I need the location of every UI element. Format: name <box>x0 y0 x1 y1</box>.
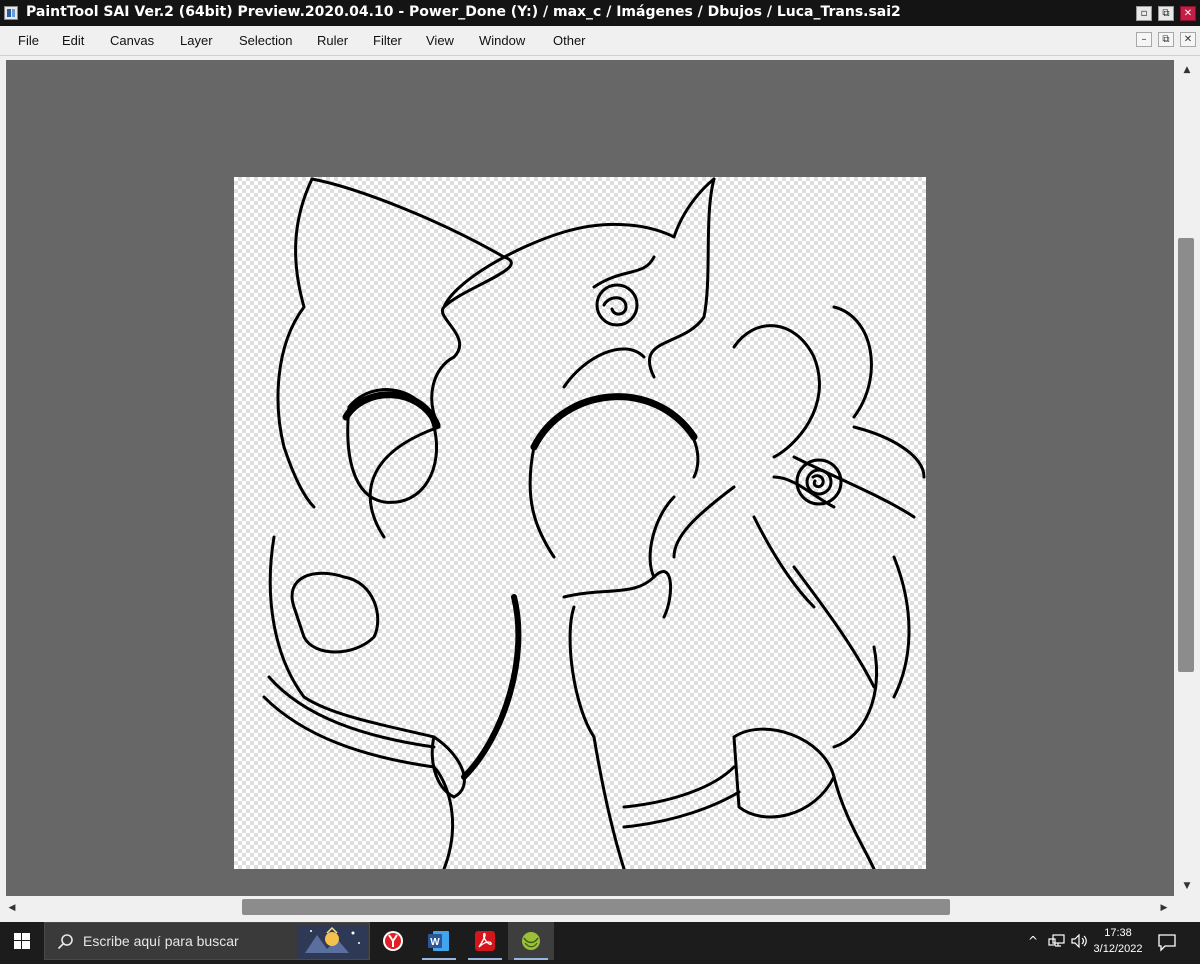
horizontal-scroll-thumb[interactable] <box>242 899 950 915</box>
search-placeholder-text: Escribe aquí para buscar <box>83 933 239 949</box>
taskbar-microsoft-word[interactable]: W <box>416 922 462 960</box>
workspace: ▲ ▼ ◀ ▶ <box>0 56 1200 922</box>
menu-view[interactable]: View <box>426 33 454 48</box>
scroll-left-arrow-icon[interactable]: ◀ <box>4 900 20 916</box>
window-title: PaintTool SAI Ver.2 (64bit) Preview.2020… <box>26 4 901 20</box>
scroll-right-arrow-icon[interactable]: ▶ <box>1156 900 1172 916</box>
menu-ruler[interactable]: Ruler <box>317 33 348 48</box>
window-close-button[interactable]: ✕ <box>1180 6 1196 21</box>
painttool-sai-app-icon[interactable] <box>4 6 18 20</box>
taskbar-search-box[interactable]: Escribe aquí para buscar <box>44 922 370 960</box>
sai-icon <box>522 932 540 950</box>
menu-canvas[interactable]: Canvas <box>110 33 154 48</box>
start-button[interactable] <box>0 922 44 960</box>
vertical-scroll-thumb[interactable] <box>1178 238 1194 672</box>
clock-date: 3/12/2022 <box>1093 943 1143 955</box>
yandex-icon <box>383 931 403 951</box>
network-icon[interactable] <box>1048 934 1066 948</box>
taskbar-adobe-acrobat[interactable] <box>462 922 508 960</box>
canvas-view[interactable] <box>6 60 1174 896</box>
search-icon <box>57 934 73 950</box>
menu-other[interactable]: Other <box>553 33 586 48</box>
menu-edit[interactable]: Edit <box>62 33 84 48</box>
window-minimize-button[interactable]: ▫ <box>1136 6 1152 21</box>
menu-selection[interactable]: Selection <box>239 33 292 48</box>
menu-bar: File Edit Canvas Layer Selection Ruler F… <box>0 26 1200 56</box>
document-minimize-button[interactable]: – <box>1136 32 1152 47</box>
notifications-icon[interactable] <box>1156 932 1178 952</box>
clock-time: 17:38 <box>1104 927 1132 939</box>
volume-icon[interactable] <box>1071 934 1089 948</box>
line-art-drawing <box>262 177 926 869</box>
acrobat-icon <box>475 931 495 951</box>
window-restore-button[interactable]: ⧉ <box>1158 6 1174 21</box>
horizontal-scrollbar[interactable]: ◀ ▶ <box>0 896 1174 922</box>
scroll-up-arrow-icon[interactable]: ▲ <box>1179 62 1195 78</box>
taskbar: Escribe aquí para buscar W ^ 17:38 3/12/… <box>0 922 1200 960</box>
windows-logo-icon <box>14 933 30 949</box>
menu-window[interactable]: Window <box>479 33 525 48</box>
vertical-scrollbar[interactable]: ▲ ▼ <box>1174 56 1200 898</box>
menu-filter[interactable]: Filter <box>373 33 402 48</box>
document-close-button[interactable]: ✕ <box>1180 32 1196 47</box>
title-bar: PaintTool SAI Ver.2 (64bit) Preview.2020… <box>0 0 1200 26</box>
document-restore-button[interactable]: ⧉ <box>1158 32 1174 47</box>
scroll-down-arrow-icon[interactable]: ▼ <box>1179 878 1195 894</box>
word-icon: W <box>428 931 449 951</box>
taskbar-yandex-browser[interactable] <box>370 922 416 960</box>
taskbar-painttool-sai[interactable] <box>508 922 554 960</box>
svg-text:W: W <box>430 937 440 948</box>
artboard[interactable] <box>234 177 926 869</box>
menu-file[interactable]: File <box>18 33 39 48</box>
menu-layer[interactable]: Layer <box>180 33 213 48</box>
show-hidden-icons-chevron-icon[interactable]: ^ <box>1028 934 1038 948</box>
search-highlight-illustration-icon <box>297 925 367 959</box>
system-clock[interactable]: 17:38 3/12/2022 <box>1092 925 1144 957</box>
